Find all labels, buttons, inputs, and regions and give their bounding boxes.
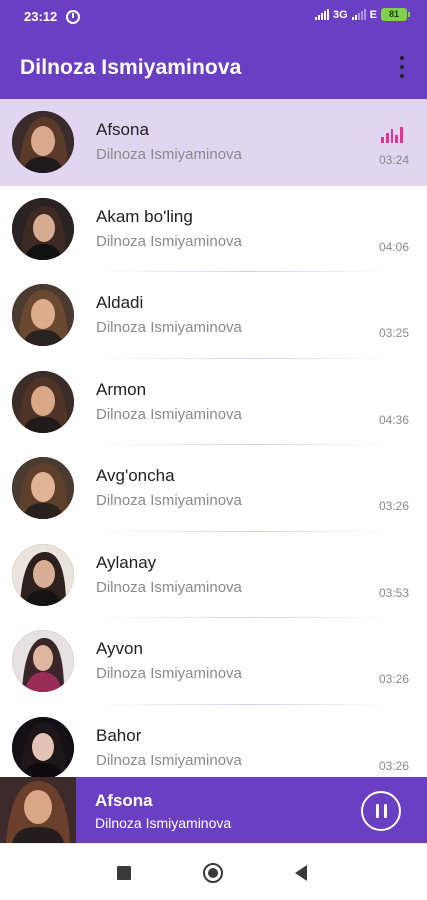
song-artist: Dilnoza Ismiyaminova	[96, 405, 242, 423]
equalizer-playing-icon	[381, 127, 403, 143]
system-nav-bar	[0, 843, 427, 900]
song-title: Aylanay	[96, 552, 157, 572]
song-row[interactable]: Aldadi Dilnoza Ismiyaminova 03:25	[0, 272, 427, 359]
now-playing-artist: Dilnoza Ismiyaminova	[95, 815, 232, 831]
song-artist: Dilnoza Ismiyaminova	[96, 578, 242, 596]
song-duration: 03:26	[378, 672, 409, 686]
song-row[interactable]: Avg'oncha Dilnoza Ismiyaminova 03:26	[0, 445, 427, 532]
song-artist: Dilnoza Ismiyaminova	[96, 232, 242, 250]
song-artist: Dilnoza Ismiyaminova	[96, 319, 242, 336]
song-title: Akam bo'ling	[96, 206, 193, 226]
now-playing-artwork	[0, 777, 76, 843]
song-row[interactable]: Akam bo'ling Dilnoza Ismiyaminova 04:06	[0, 186, 427, 272]
song-duration: 03:26	[378, 758, 409, 773]
song-avatar	[12, 284, 74, 346]
signal-icon	[314, 9, 329, 20]
song-duration: 03:53	[378, 585, 409, 600]
network-type-secondary: E	[369, 8, 377, 21]
song-artist: Dilnoza Ismiyaminova	[96, 665, 242, 682]
song-avatar	[12, 370, 74, 433]
song-row[interactable]: Ayvon Dilnoza Ismiyaminova 03:26	[0, 618, 427, 705]
now-playing-bar[interactable]: Afsona Dilnoza Ismiyaminova	[0, 777, 427, 843]
song-title: Bahor	[96, 725, 142, 745]
page-title: Dilnoza Ismiyaminova	[20, 56, 242, 79]
song-title: Afsona	[96, 120, 149, 139]
song-duration: 04:06	[378, 239, 409, 254]
song-avatar	[12, 111, 74, 173]
song-artist: Dilnoza Ismiyaminova	[96, 492, 242, 509]
status-time: 23:12	[24, 9, 58, 24]
song-avatar	[12, 716, 74, 777]
song-title: Avg'oncha	[96, 466, 175, 485]
home-button[interactable]	[202, 862, 224, 884]
status-indicators: 3G E 81	[314, 8, 410, 21]
song-duration: 03:25	[378, 326, 409, 340]
song-duration: 04:36	[378, 412, 409, 427]
song-row[interactable]: Armon Dilnoza Ismiyaminova 04:36	[0, 359, 427, 445]
song-title: Armon	[96, 379, 147, 399]
network-type: 3G	[332, 8, 348, 21]
song-list[interactable]: Afsona Dilnoza Ismiyaminova 03:24 Akam b…	[0, 99, 427, 777]
now-playing-title: Afsona	[95, 791, 153, 810]
song-avatar	[12, 197, 74, 260]
more-vert-icon[interactable]	[399, 56, 405, 78]
song-duration: 03:26	[378, 499, 409, 513]
song-avatar	[12, 543, 74, 606]
alarm-clock-icon	[66, 10, 80, 24]
song-title: Aldadi	[96, 293, 144, 312]
circle-home-icon	[203, 863, 223, 883]
song-duration: 03:24	[378, 153, 409, 167]
back-button[interactable]	[290, 862, 312, 884]
song-artist: Dilnoza Ismiyaminova	[96, 146, 242, 163]
square-recents-icon	[117, 866, 131, 880]
song-avatar	[12, 457, 74, 519]
signal-icon-secondary	[351, 9, 366, 20]
battery-icon: 81	[381, 8, 410, 21]
app-header: 23:12 3G E 81 Dilnoza Ismiyaminova	[0, 0, 427, 99]
song-row[interactable]: Aylanay Dilnoza Ismiyaminova 03:53	[0, 532, 427, 618]
song-artist: Dilnoza Ismiyaminova	[96, 751, 242, 769]
song-row[interactable]: Afsona Dilnoza Ismiyaminova 03:24	[0, 99, 427, 186]
pause-icon	[375, 804, 379, 818]
pause-button[interactable]	[361, 791, 401, 831]
song-title: Ayvon	[96, 639, 143, 658]
recents-button[interactable]	[113, 862, 135, 884]
triangle-back-icon	[295, 865, 307, 881]
status-bar: 23:12 3G E 81	[0, 0, 427, 36]
song-avatar	[12, 630, 74, 692]
song-row[interactable]: Bahor Dilnoza Ismiyaminova 03:26	[0, 705, 427, 777]
